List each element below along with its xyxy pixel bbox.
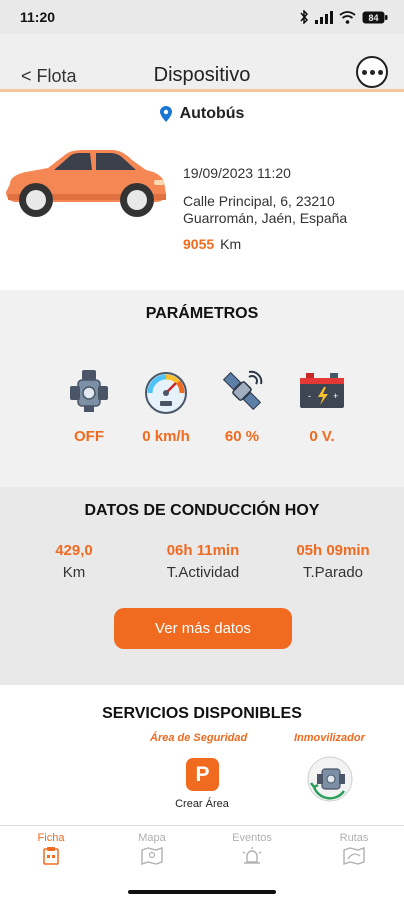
services-section: SERVICIOS DISPONIBLES Área de Seguridad … xyxy=(0,685,404,825)
nav-mapa[interactable]: Mapa xyxy=(122,832,182,865)
driving-data-section: DATOS DE CONDUCCIÓN HOY 429,0 Km 06h 11m… xyxy=(0,487,404,685)
satellite-icon xyxy=(222,370,263,411)
car-icon xyxy=(6,150,166,217)
more-data-button[interactable]: Ver más datos xyxy=(114,608,292,649)
odometer-value: 9055 xyxy=(183,236,215,252)
svg-text:-: - xyxy=(308,391,311,401)
nav-rutas[interactable]: Rutas xyxy=(324,832,384,865)
nav-mapa-label: Mapa xyxy=(138,832,166,844)
status-icons: 84 xyxy=(299,10,388,24)
stat-activity-time: 06h 11min T.Actividad xyxy=(148,542,258,581)
nav-eventos[interactable]: Eventos xyxy=(222,832,282,865)
create-area-button[interactable]: P xyxy=(186,758,219,791)
immobilizer-button[interactable] xyxy=(306,755,354,808)
security-area-label: Área de Seguridad xyxy=(150,732,248,744)
param-speed: 0 km/h xyxy=(130,368,202,445)
create-area-caption: Crear Área xyxy=(175,798,229,810)
parameters-section: PARÁMETROS OFF 0 km/h 60 % - + 0 V. xyxy=(0,290,404,487)
vehicle-card: Autobús 19/09/2023 11:20 Calle Principal… xyxy=(0,95,404,290)
stat-km-label: Km xyxy=(62,564,86,581)
bottom-navigation: Ficha Mapa Eventos Rutas xyxy=(0,825,404,873)
engine-icon xyxy=(70,370,108,412)
vehicle-name-row: Autobús xyxy=(0,105,404,123)
param-gps-value: 60 % xyxy=(224,428,260,445)
home-area xyxy=(0,873,404,900)
stat-stopped-label: T.Parado xyxy=(302,564,364,581)
signal-icon xyxy=(315,10,333,24)
param-engine-value: OFF xyxy=(74,428,104,445)
odometer-unit: Km xyxy=(220,236,242,252)
stat-km-value: 429,0 xyxy=(55,542,93,559)
alarm-light-icon xyxy=(242,847,262,864)
stat-km: 429,0 Km xyxy=(26,542,122,581)
immobilizer-label: Inmovilizador xyxy=(294,732,365,744)
vehicle-last-update: 19/09/2023 11:20 xyxy=(183,165,291,181)
location-pin-icon xyxy=(159,106,172,122)
nav-rutas-label: Rutas xyxy=(339,832,369,844)
wifi-icon xyxy=(339,10,356,24)
svg-text:+: + xyxy=(333,391,338,401)
status-time: 11:20 xyxy=(20,9,56,25)
file-card-icon xyxy=(43,847,59,865)
driving-title: DATOS DE CONDUCCIÓN HOY xyxy=(84,502,320,519)
vehicle-name: Autobús xyxy=(179,105,245,122)
immobilizer-icon xyxy=(307,756,353,802)
more-options-button[interactable] xyxy=(356,56,388,88)
more-dot-icon xyxy=(361,69,367,75)
home-indicator[interactable] xyxy=(128,890,276,894)
param-gps: 60 % xyxy=(206,368,278,445)
map-icon xyxy=(141,847,163,865)
vehicle-odometer: 9055 Km xyxy=(183,236,241,252)
bluetooth-icon xyxy=(300,10,309,24)
parameters-title: PARÁMETROS xyxy=(145,305,259,322)
speedometer-icon xyxy=(145,372,187,414)
stat-stopped-time: 05h 09min T.Parado xyxy=(278,542,388,581)
more-dot-icon xyxy=(369,69,375,75)
route-map-icon xyxy=(343,847,365,865)
param-battery: - + 0 V. xyxy=(286,368,358,445)
app-header: < Flota Dispositivo xyxy=(0,34,404,92)
status-bar: 11:20 84 xyxy=(0,0,404,34)
nav-ficha[interactable]: Ficha xyxy=(21,832,81,865)
param-battery-value: 0 V. xyxy=(309,428,335,445)
nav-eventos-label: Eventos xyxy=(232,832,272,844)
stat-stopped-value: 05h 09min xyxy=(296,542,370,559)
param-speed-value: 0 km/h xyxy=(142,428,190,445)
stat-activity-label: T.Actividad xyxy=(166,564,240,581)
stat-activity-value: 06h 11min xyxy=(166,542,240,559)
battery-icon: - + xyxy=(300,373,344,408)
more-dot-icon xyxy=(377,69,383,75)
battery-status-icon: 84 xyxy=(362,11,388,23)
param-engine: OFF xyxy=(53,368,125,445)
page-title: Dispositivo xyxy=(153,64,251,86)
battery-level: 84 xyxy=(368,13,378,23)
parking-icon: P xyxy=(195,762,210,786)
nav-ficha-label: Ficha xyxy=(37,832,65,844)
services-title: SERVICIOS DISPONIBLES xyxy=(102,705,302,722)
vehicle-address-line1: Calle Principal, 6, 23210 xyxy=(183,193,335,209)
vehicle-address-line2: Guarromán, Jaén, España xyxy=(183,210,348,226)
